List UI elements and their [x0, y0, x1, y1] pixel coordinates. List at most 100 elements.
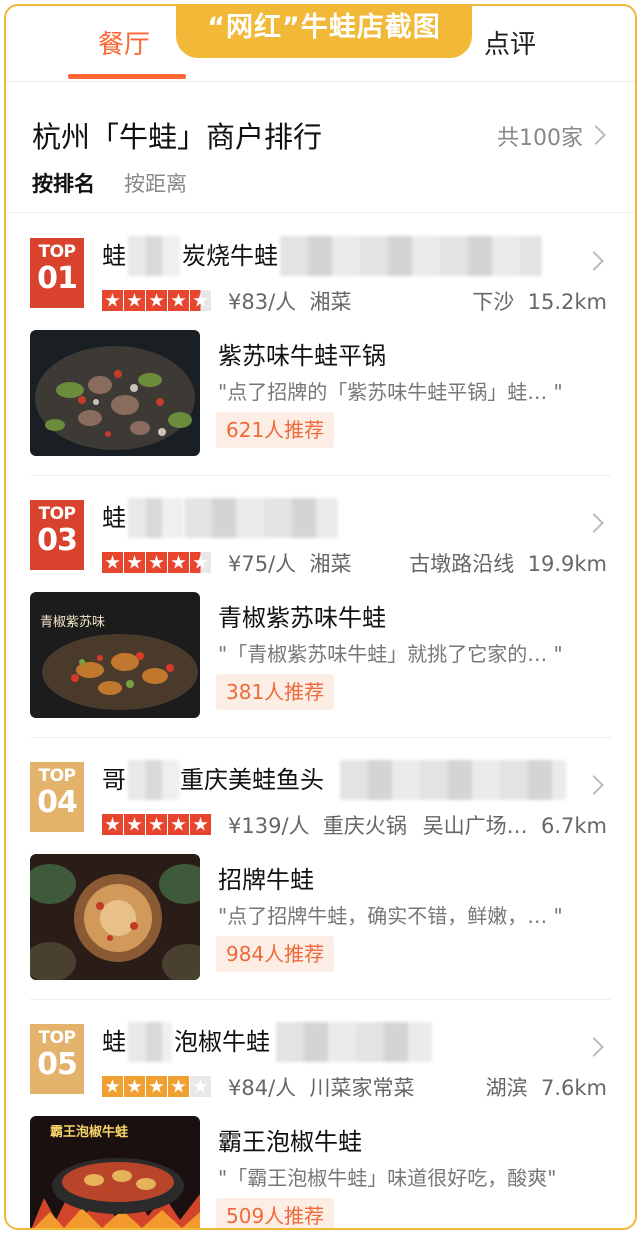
- shop-name-prefix[interactable]: 蛙: [102, 1022, 126, 1057]
- star-icon: [124, 1076, 145, 1097]
- shop-name-prefix[interactable]: 蛙: [102, 498, 126, 533]
- chevron-right-icon[interactable]: [584, 251, 604, 271]
- dish-photo[interactable]: [30, 330, 200, 456]
- chevron-right-icon[interactable]: [584, 1037, 604, 1057]
- screenshot-frame: 餐厅 点评 “网红”牛蛙店截图 杭州「牛蛙」商户排行 共100家 按排名 按距离…: [4, 4, 637, 1230]
- review-quote: "点了招牌牛蛙，确实不错，鲜嫩，… ": [218, 904, 563, 928]
- rank-badge-number: 01: [37, 261, 78, 296]
- star-icon: [168, 552, 189, 573]
- star-icon: [146, 290, 167, 311]
- signature-dish[interactable]: 青椒紫苏味牛蛙: [218, 598, 386, 633]
- top-tab-bar: 餐厅 点评 “网红”牛蛙店截图: [6, 6, 635, 82]
- star-icon: [190, 814, 211, 835]
- area: 古墩路沿线: [409, 552, 515, 576]
- dish-photo[interactable]: [30, 854, 200, 980]
- photo-caption: 霸王泡椒牛蛙: [50, 1124, 128, 1140]
- location: 吴山广场… 6.7km: [423, 810, 607, 840]
- star-icon: [124, 552, 145, 573]
- name-redaction: [276, 1022, 432, 1062]
- distance: 7.6km: [540, 1076, 607, 1100]
- tab-restaurants[interactable]: 餐厅: [98, 24, 150, 61]
- star-icon: [168, 1076, 189, 1097]
- price-cuisine: ¥139/人 重庆火锅: [228, 810, 407, 840]
- review-quote: "点了招牌的「紫苏味牛蛙平锅」蛙… ": [218, 380, 563, 404]
- name-redaction: [340, 760, 566, 800]
- area: 湖滨: [485, 1076, 528, 1100]
- star-icon: [102, 1076, 123, 1097]
- photo-caption: 青椒紫苏味: [40, 614, 105, 630]
- name-redaction: [184, 498, 338, 538]
- half-star-icon: [190, 552, 211, 573]
- shop-name-suffix[interactable]: 炭烧牛蛙: [182, 236, 278, 271]
- price: ¥139/人: [228, 814, 310, 838]
- price: ¥83/人: [228, 290, 297, 314]
- distance: 6.7km: [540, 814, 607, 838]
- star-icon: [146, 1076, 167, 1097]
- shop-name-suffix[interactable]: 泡椒牛蛙: [174, 1022, 270, 1057]
- signature-dish[interactable]: 紫苏味牛蛙平锅: [218, 336, 386, 371]
- area: 吴山广场…: [422, 814, 528, 838]
- sort-by-rank[interactable]: 按排名: [32, 168, 95, 198]
- merchant-count[interactable]: 共100家: [497, 120, 583, 152]
- area: 下沙: [472, 290, 515, 314]
- distance: 15.2km: [527, 290, 607, 314]
- recommend-badge: 381人推荐: [216, 674, 335, 710]
- name-redaction: [128, 498, 182, 538]
- star-icon: [102, 290, 123, 311]
- rank-badge-top: TOP: [38, 766, 76, 786]
- review-quote: "「青椒紫苏味牛蛙」就挑了它家的… ": [218, 642, 563, 666]
- signature-dish[interactable]: 霸王泡椒牛蛙: [218, 1122, 362, 1157]
- location: 古墩路沿线 19.9km: [409, 548, 607, 578]
- recommend-badge: 984人推荐: [216, 936, 335, 972]
- rank-badge-top: TOP: [38, 504, 76, 524]
- location: 湖滨 7.6km: [486, 1072, 607, 1102]
- rank-badge: TOP 05: [30, 1024, 84, 1094]
- shop-card[interactable]: TOP 01 蛙 炭烧牛蛙 ¥83/人 湘菜 下沙 15.2km 紫苏味牛蛙平锅…: [6, 214, 635, 476]
- name-redaction: [128, 236, 180, 276]
- caption-banner: “网红”牛蛙店截图: [176, 6, 472, 58]
- chevron-right-icon[interactable]: [584, 775, 604, 795]
- review-quote: "「霸王泡椒牛蛙」味道很好吃，酸爽": [218, 1166, 557, 1190]
- empty-star-icon: [190, 1076, 211, 1097]
- star-rating: [102, 290, 211, 312]
- star-rating: [102, 552, 211, 574]
- active-tab-indicator: [68, 74, 186, 79]
- price-cuisine: ¥75/人 湘菜: [228, 548, 352, 578]
- chevron-right-icon[interactable]: [584, 513, 604, 533]
- star-icon: [102, 814, 123, 835]
- dish-photo[interactable]: 青椒紫苏味: [30, 592, 200, 718]
- signature-dish[interactable]: 招牌牛蛙: [218, 860, 314, 895]
- star-icon: [124, 290, 145, 311]
- shop-card[interactable]: TOP 05 蛙 泡椒牛蛙 ¥84/人 川菜家常菜 湖滨 7.6km 霸王泡椒牛…: [6, 1000, 635, 1228]
- cuisine: 川菜家常菜: [309, 1076, 415, 1100]
- name-redaction: [128, 1022, 172, 1062]
- shop-name-prefix[interactable]: 蛙: [102, 236, 126, 271]
- shop-card[interactable]: TOP 04 哥 重庆美蛙鱼头 ¥139/人 重庆火锅 吴山广场… 6.7km: [6, 738, 635, 1000]
- star-icon: [168, 290, 189, 311]
- rank-badge-number: 05: [37, 1047, 78, 1082]
- sort-by-distance[interactable]: 按距离: [124, 168, 187, 198]
- shop-name-suffix[interactable]: 重庆美蛙鱼头: [180, 760, 324, 795]
- rank-badge: TOP 03: [30, 500, 84, 570]
- cuisine: 湘菜: [309, 290, 352, 314]
- rank-badge-number: 03: [37, 523, 78, 558]
- shop-card[interactable]: TOP 03 蛙 ¥75/人 湘菜 古墩路沿线 19.9km 青椒紫苏味 青椒紫…: [6, 476, 635, 738]
- distance: 19.9km: [527, 552, 607, 576]
- cuisine: 湘菜: [309, 552, 352, 576]
- star-rating: [102, 1076, 211, 1098]
- star-icon: [146, 552, 167, 573]
- price: ¥75/人: [228, 552, 297, 576]
- rank-badge-top: TOP: [38, 242, 76, 262]
- price-cuisine: ¥83/人 湘菜: [228, 286, 352, 316]
- chevron-right-icon[interactable]: [586, 125, 606, 145]
- location: 下沙 15.2km: [472, 286, 607, 316]
- cuisine: 重庆火锅: [322, 814, 407, 838]
- rank-badge-top: TOP: [38, 1028, 76, 1048]
- dish-photo[interactable]: 霸王泡椒牛蛙: [30, 1116, 200, 1228]
- tab-reviews[interactable]: 点评: [484, 24, 536, 61]
- shop-name-prefix[interactable]: 哥: [102, 760, 126, 795]
- rank-badge: TOP 01: [30, 238, 84, 308]
- half-star-icon: [190, 290, 211, 311]
- star-rating: [102, 814, 211, 836]
- star-icon: [102, 552, 123, 573]
